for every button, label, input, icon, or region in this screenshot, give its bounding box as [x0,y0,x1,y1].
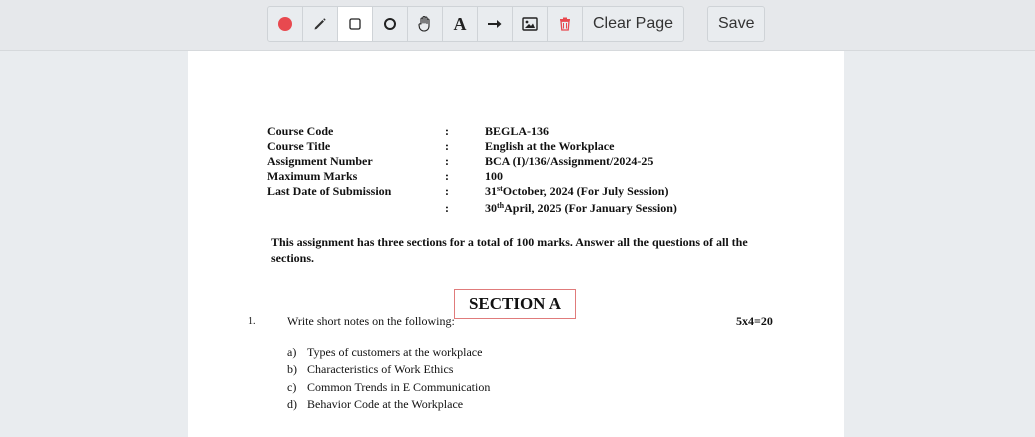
item-text: Characteristics of Work Ethics [307,362,454,377]
image-icon [522,17,538,31]
meta-row: Last Date of Submission : 31stOctober, 2… [267,184,677,199]
meta-value: BCA (I)/136/Assignment/2024-25 [485,154,654,168]
list-item: a) Types of customers at the workplace [287,344,490,361]
meta-value: 31stOctober, 2024 (For July Session) [485,184,669,198]
pencil-tool-button[interactable] [302,6,338,42]
question-subitems: a) Types of customers at the workplace b… [287,344,490,413]
question-text: Write short notes on the following: [287,314,455,328]
pencil-icon [314,18,326,30]
meta-row: : 30thApril, 2025 (For January Session) [267,201,677,216]
meta-key: Course Title [267,139,331,153]
list-item: d) Behavior Code at the Workplace [287,396,490,413]
clear-page-button[interactable]: Clear Page [582,6,685,42]
arrow-tool-button[interactable] [477,6,513,42]
circle-icon [384,18,396,30]
arrow-icon [488,20,502,28]
save-button[interactable]: Save [707,6,766,42]
rectangle-icon [349,18,361,30]
question-marks: 5x4=20 [736,314,773,328]
meta-value: 30thApril, 2025 (For January Session) [485,201,677,215]
meta-key: Assignment Number [267,154,373,168]
meta-separator: : [445,139,449,153]
item-text: Common Trends in E Communication [307,379,491,394]
meta-separator: : [445,124,449,138]
item-letter: a) [287,345,297,359]
item-letter: d) [287,396,297,411]
item-text: Types of customers at the workplace [307,345,483,359]
record-tool-button[interactable] [267,6,303,42]
meta-key: Course Code [267,124,334,138]
assignment-meta-table: Course Code : BEGLA-136 Course Title : E… [267,124,677,216]
item-letter: b) [287,362,297,377]
record-dot-icon [278,17,292,31]
assignment-instructions: This assignment has three sections for a… [271,235,748,265]
meta-key: Maximum Marks [267,169,358,183]
meta-row: Maximum Marks : 100 [267,169,677,184]
rectangle-tool-button[interactable] [337,6,373,42]
meta-row: Course Code : BEGLA-136 [267,124,677,139]
text-tool-button[interactable]: A [442,6,478,42]
meta-value: BEGLA-136 [485,124,550,138]
section-a-annotation-box[interactable]: SECTION A [454,289,576,319]
annotation-toolbar: A Clear Page Save [0,0,1035,51]
image-tool-button[interactable] [512,6,548,42]
meta-separator: : [445,184,449,198]
meta-value: English at the Workplace [485,139,615,153]
question-number: 1. [248,316,256,327]
item-letter: c) [287,379,297,394]
meta-key [267,201,445,216]
tool-group: A Clear Page [267,6,685,42]
meta-row: Course Title : English at the Workplace [267,139,677,154]
delete-tool-button[interactable] [547,6,583,42]
meta-separator: : [445,169,449,183]
text-icon: A [453,13,467,34]
item-text: Behavior Code at the Workplace [307,396,464,411]
document-page[interactable]: Course Code : BEGLA-136 Course Title : E… [188,51,844,437]
circle-tool-button[interactable] [372,6,408,42]
meta-separator: : [445,201,449,215]
list-item: b) Characteristics of Work Ethics [287,361,490,378]
trash-icon [560,17,570,31]
list-item: c) Common Trends in E Communication [287,379,490,396]
pan-tool-button[interactable] [407,6,443,42]
meta-row: Assignment Number : BCA (I)/136/Assignme… [267,154,677,169]
meta-key: Last Date of Submission [267,184,392,198]
meta-separator: : [445,154,449,168]
meta-value: 100 [485,169,503,183]
hand-pan-icon [418,15,430,32]
